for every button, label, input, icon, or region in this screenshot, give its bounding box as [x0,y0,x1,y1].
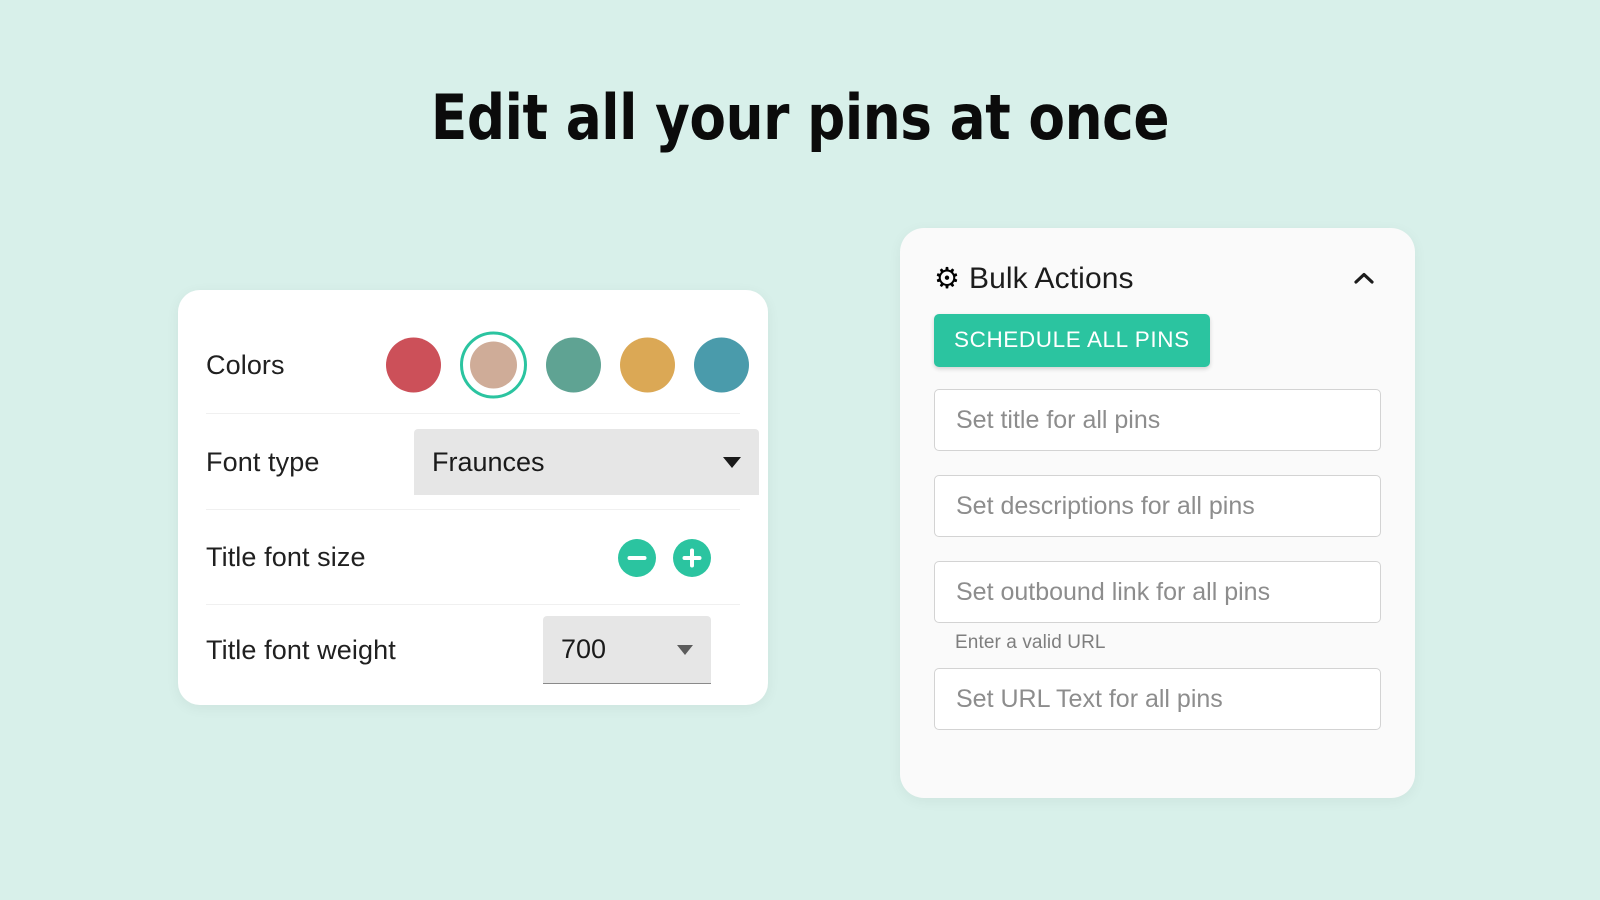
font-type-row: Font type Fraunces [206,414,759,510]
color-swatch-group [386,331,749,399]
title-font-size-row: Title font size [206,510,740,605]
font-size-stepper [618,538,711,577]
bulk-actions-title: Bulk Actions [969,262,1134,295]
set-outbound-link-input[interactable] [934,561,1381,623]
color-swatch-tan[interactable] [460,331,527,399]
set-title-input[interactable] [934,389,1381,451]
font-weight-select[interactable]: 700 [543,616,711,684]
color-swatch-green-fill [546,337,601,393]
chevron-down-icon [723,456,741,468]
title-font-weight-row: Title font weight 700 [206,605,740,695]
bulk-actions-header[interactable]: ⚙ Bulk Actions [934,258,1381,300]
decrease-font-size-button[interactable] [618,538,656,577]
colors-label: Colors [206,349,285,380]
page-title: Edit all your pins at once [430,81,1170,154]
title-font-weight-label: Title font weight [206,634,396,665]
pin-style-settings-card: Colors Font type Fraunces Title font siz… [178,290,768,705]
color-swatch-gold[interactable] [620,337,675,393]
color-swatch-blue-fill [694,337,749,393]
gear-icon: ⚙ [934,262,960,295]
increase-font-size-button[interactable] [673,538,711,577]
set-descriptions-input[interactable] [934,475,1381,537]
color-swatch-red-fill [386,337,441,393]
color-swatch-red[interactable] [386,337,441,393]
chevron-down-icon [677,644,693,655]
color-swatch-tan-fill [470,341,517,389]
color-swatch-green[interactable] [546,337,601,393]
chevron-up-icon[interactable] [1351,266,1377,292]
color-swatch-blue[interactable] [694,337,749,393]
bulk-actions-card: ⚙ Bulk Actions SCHEDULE ALL PINS Enter a… [900,228,1415,798]
font-type-select[interactable]: Fraunces [414,429,759,495]
color-swatch-gold-fill [620,337,675,393]
title-font-size-label: Title font size [206,542,366,572]
font-type-label: Font type [206,446,320,477]
set-url-text-input[interactable] [934,668,1381,730]
font-weight-value: 700 [561,634,607,664]
outbound-link-helper-text: Enter a valid URL [955,632,1106,653]
font-type-value: Fraunces [432,446,545,477]
colors-row: Colors [206,316,749,414]
schedule-all-pins-button[interactable]: SCHEDULE ALL PINS [934,314,1210,367]
